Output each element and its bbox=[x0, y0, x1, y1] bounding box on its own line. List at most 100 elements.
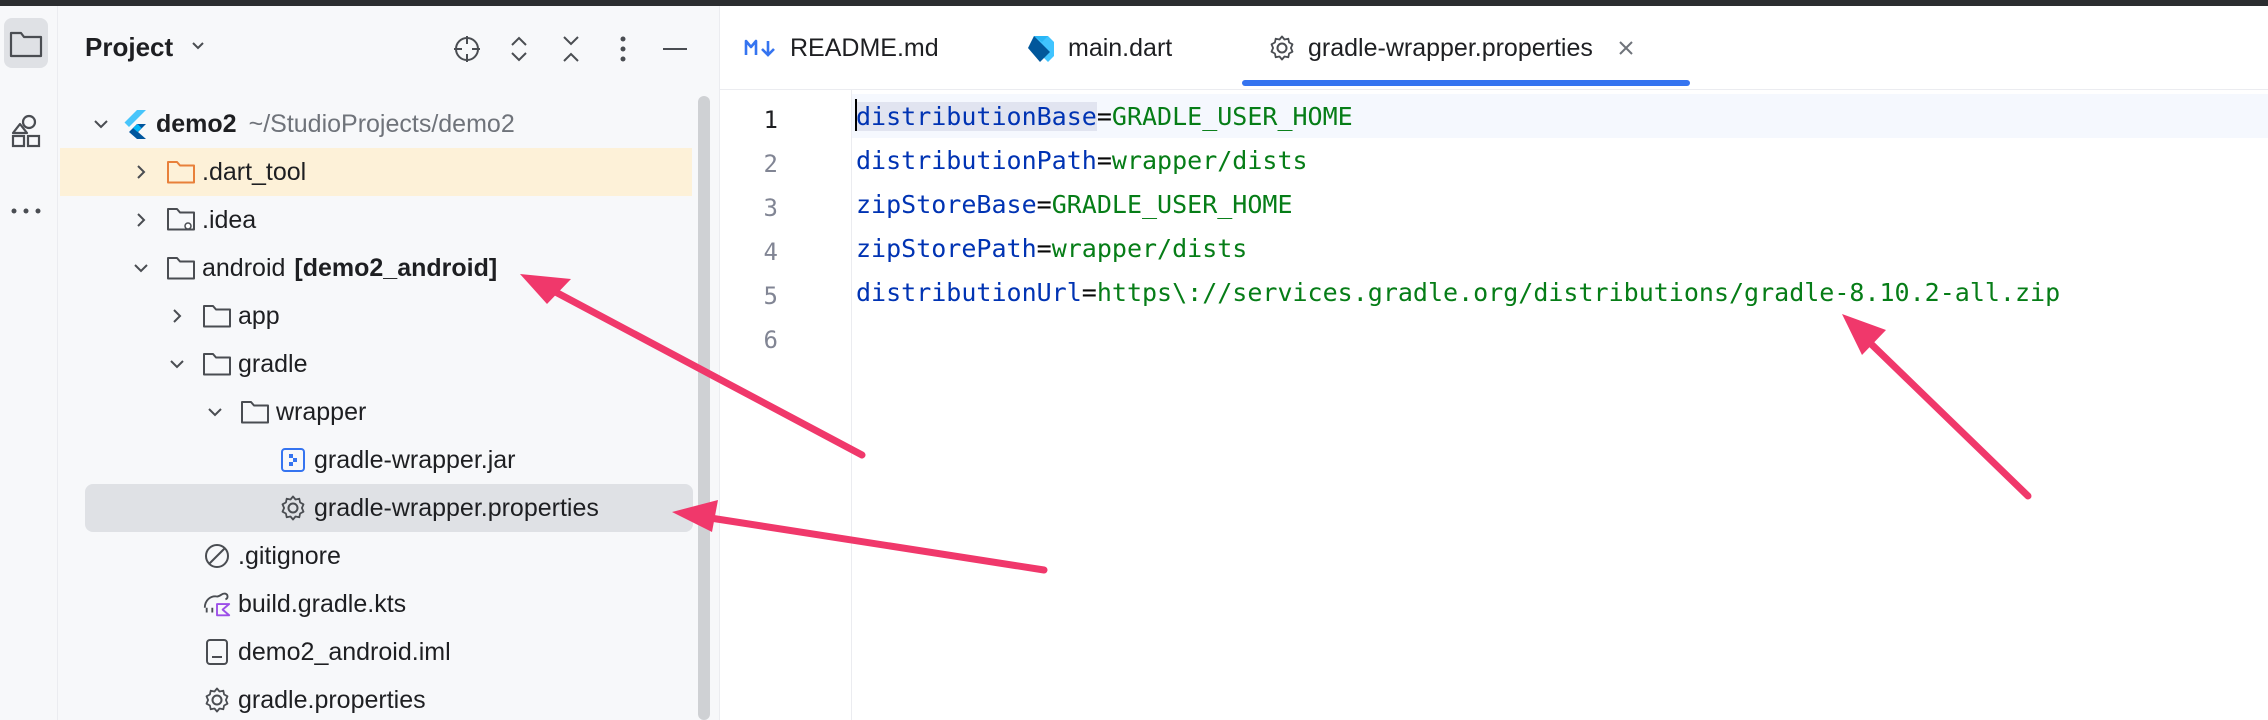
tree-item-android[interactable]: android [demo2_android] bbox=[58, 244, 698, 292]
shapes-icon bbox=[11, 114, 41, 148]
project-tool-button[interactable] bbox=[4, 18, 48, 68]
tab-label: gradle-wrapper.properties bbox=[1308, 33, 1593, 62]
tree-item-label: gradle.properties bbox=[238, 685, 426, 714]
chevron-right-icon[interactable] bbox=[166, 305, 188, 327]
gradle-kotlin-icon bbox=[202, 589, 232, 619]
kebab-menu-icon[interactable] bbox=[606, 32, 640, 66]
code-line-2[interactable]: distributionPath=wrapper/dists bbox=[856, 146, 1308, 175]
more-tools-button[interactable] bbox=[4, 186, 48, 236]
jar-icon bbox=[278, 445, 308, 475]
tree-item-path: ~/StudioProjects/demo2 bbox=[248, 109, 515, 138]
iml-icon bbox=[202, 637, 232, 667]
chevron-right-icon[interactable] bbox=[130, 209, 152, 231]
folder-settings-icon bbox=[166, 205, 196, 235]
tree-item-gradle-wrapper-jar[interactable]: gradle-wrapper.jar bbox=[58, 436, 698, 484]
flutter-icon bbox=[120, 109, 150, 139]
tree-item-build-gradle-kts[interactable]: build.gradle.kts bbox=[58, 580, 698, 628]
folder-icon bbox=[202, 349, 232, 379]
dart-icon bbox=[1026, 33, 1056, 63]
tree-item-label: demo2 bbox=[156, 109, 237, 138]
property-key: distributionBase bbox=[856, 102, 1097, 131]
code-line-1[interactable]: distributionBase=GRADLE_USER_HOME bbox=[856, 102, 1353, 131]
property-value: wrapper/dists bbox=[1111, 146, 1308, 175]
gear-icon bbox=[1268, 34, 1296, 62]
close-icon[interactable] bbox=[1617, 39, 1635, 57]
tool-window-strip bbox=[0, 6, 58, 720]
editor-area: README.md main.dart gradle-wrapper.prope… bbox=[720, 6, 2268, 720]
tree-item-label: build.gradle.kts bbox=[238, 589, 407, 618]
tree-item-label: gradle-wrapper.properties bbox=[314, 493, 599, 522]
property-value: https\://services.gradle.org/distributio… bbox=[1096, 278, 2061, 307]
tree-item-label: app bbox=[238, 301, 280, 330]
line-number: 1 bbox=[763, 106, 778, 134]
markdown-icon bbox=[744, 38, 778, 58]
collapse-all-icon[interactable] bbox=[554, 32, 588, 66]
tree-item-label: android bbox=[202, 253, 286, 282]
equals-sign: = bbox=[1096, 102, 1112, 131]
equals-sign: = bbox=[1096, 146, 1112, 175]
tree-item-label: demo2_android.iml bbox=[238, 637, 451, 666]
property-key: zipStorePath bbox=[856, 234, 1037, 263]
folder-icon bbox=[9, 31, 43, 58]
minimize-icon[interactable] bbox=[658, 32, 692, 66]
tree-item-app[interactable]: app bbox=[58, 292, 698, 340]
tree-item-idea[interactable]: .idea bbox=[58, 196, 698, 244]
gear-icon bbox=[278, 493, 308, 523]
tab-main-dart[interactable]: main.dart bbox=[1026, 6, 1172, 90]
tab-label: README.md bbox=[790, 33, 939, 62]
line-number: 5 bbox=[763, 282, 778, 310]
chevron-right-icon[interactable] bbox=[130, 161, 152, 183]
text-caret bbox=[855, 99, 857, 131]
structure-tool-button[interactable] bbox=[4, 106, 48, 156]
tree-item-label: gradle bbox=[238, 349, 308, 378]
ignore-icon bbox=[202, 541, 232, 571]
tree-item-wrapper[interactable]: wrapper bbox=[58, 388, 698, 436]
line-number: 3 bbox=[763, 194, 778, 222]
tree-item-gradle[interactable]: gradle bbox=[58, 340, 698, 388]
chevron-down-icon[interactable] bbox=[166, 353, 188, 375]
tree-item-dart-tool[interactable]: .dart_tool bbox=[60, 148, 692, 196]
active-tab-indicator bbox=[1242, 80, 1690, 86]
tree-item-label: .idea bbox=[202, 205, 257, 234]
code-line-4[interactable]: zipStorePath=wrapper/dists bbox=[856, 234, 1247, 263]
tree-item-gradle-wrapper-properties[interactable]: gradle-wrapper.properties bbox=[85, 484, 693, 532]
folder-icon bbox=[166, 253, 196, 283]
property-key: zipStoreBase bbox=[856, 190, 1037, 219]
equals-sign: = bbox=[1036, 234, 1052, 263]
property-value: wrapper/dists bbox=[1051, 234, 1248, 263]
tree-scrollbar[interactable] bbox=[698, 96, 710, 720]
expand-all-icon[interactable] bbox=[502, 32, 536, 66]
chevron-down-icon[interactable] bbox=[90, 113, 112, 135]
tree-item-demo2[interactable]: demo2 ~/StudioProjects/demo2 bbox=[58, 100, 698, 148]
equals-sign: = bbox=[1081, 278, 1097, 307]
tab-gradle-wrapper-properties[interactable]: gradle-wrapper.properties bbox=[1268, 6, 1635, 90]
line-number: 6 bbox=[763, 326, 778, 354]
tree-item-label: wrapper bbox=[276, 397, 367, 426]
folder-icon bbox=[240, 397, 270, 427]
tab-readme[interactable]: README.md bbox=[744, 6, 939, 90]
tree-item-label: gradle-wrapper.jar bbox=[314, 445, 516, 474]
locate-icon[interactable] bbox=[450, 32, 484, 66]
tree-item-gradle-properties[interactable]: gradle.properties bbox=[58, 676, 698, 720]
editor-tabs: README.md main.dart gradle-wrapper.prope… bbox=[720, 6, 2268, 90]
chevron-down-icon[interactable] bbox=[204, 401, 226, 423]
more-horizontal-icon bbox=[11, 208, 41, 214]
line-number-gutter: 1 2 3 4 5 6 bbox=[720, 90, 852, 720]
gear-icon bbox=[202, 685, 232, 715]
tab-label: main.dart bbox=[1068, 33, 1173, 62]
code-line-5[interactable]: distributionUrl=https\://services.gradle… bbox=[856, 278, 2060, 307]
property-value: GRADLE_USER_HOME bbox=[1111, 102, 1353, 131]
property-key: distributionPath bbox=[856, 146, 1097, 175]
equals-sign: = bbox=[1036, 190, 1052, 219]
folder-icon bbox=[202, 301, 232, 331]
property-key: distributionUrl bbox=[856, 278, 1082, 307]
tree-item-gitignore[interactable]: .gitignore bbox=[58, 532, 698, 580]
chevron-down-icon[interactable] bbox=[130, 257, 152, 279]
code-line-3[interactable]: zipStoreBase=GRADLE_USER_HOME bbox=[856, 190, 1293, 219]
panel-title[interactable]: Project bbox=[85, 32, 173, 63]
project-panel-header: Project bbox=[58, 6, 720, 90]
line-number: 2 bbox=[763, 150, 778, 178]
line-number: 4 bbox=[763, 238, 778, 266]
chevron-down-icon[interactable] bbox=[189, 36, 207, 59]
tree-item-demo2-android-iml[interactable]: demo2_android.iml bbox=[58, 628, 698, 676]
